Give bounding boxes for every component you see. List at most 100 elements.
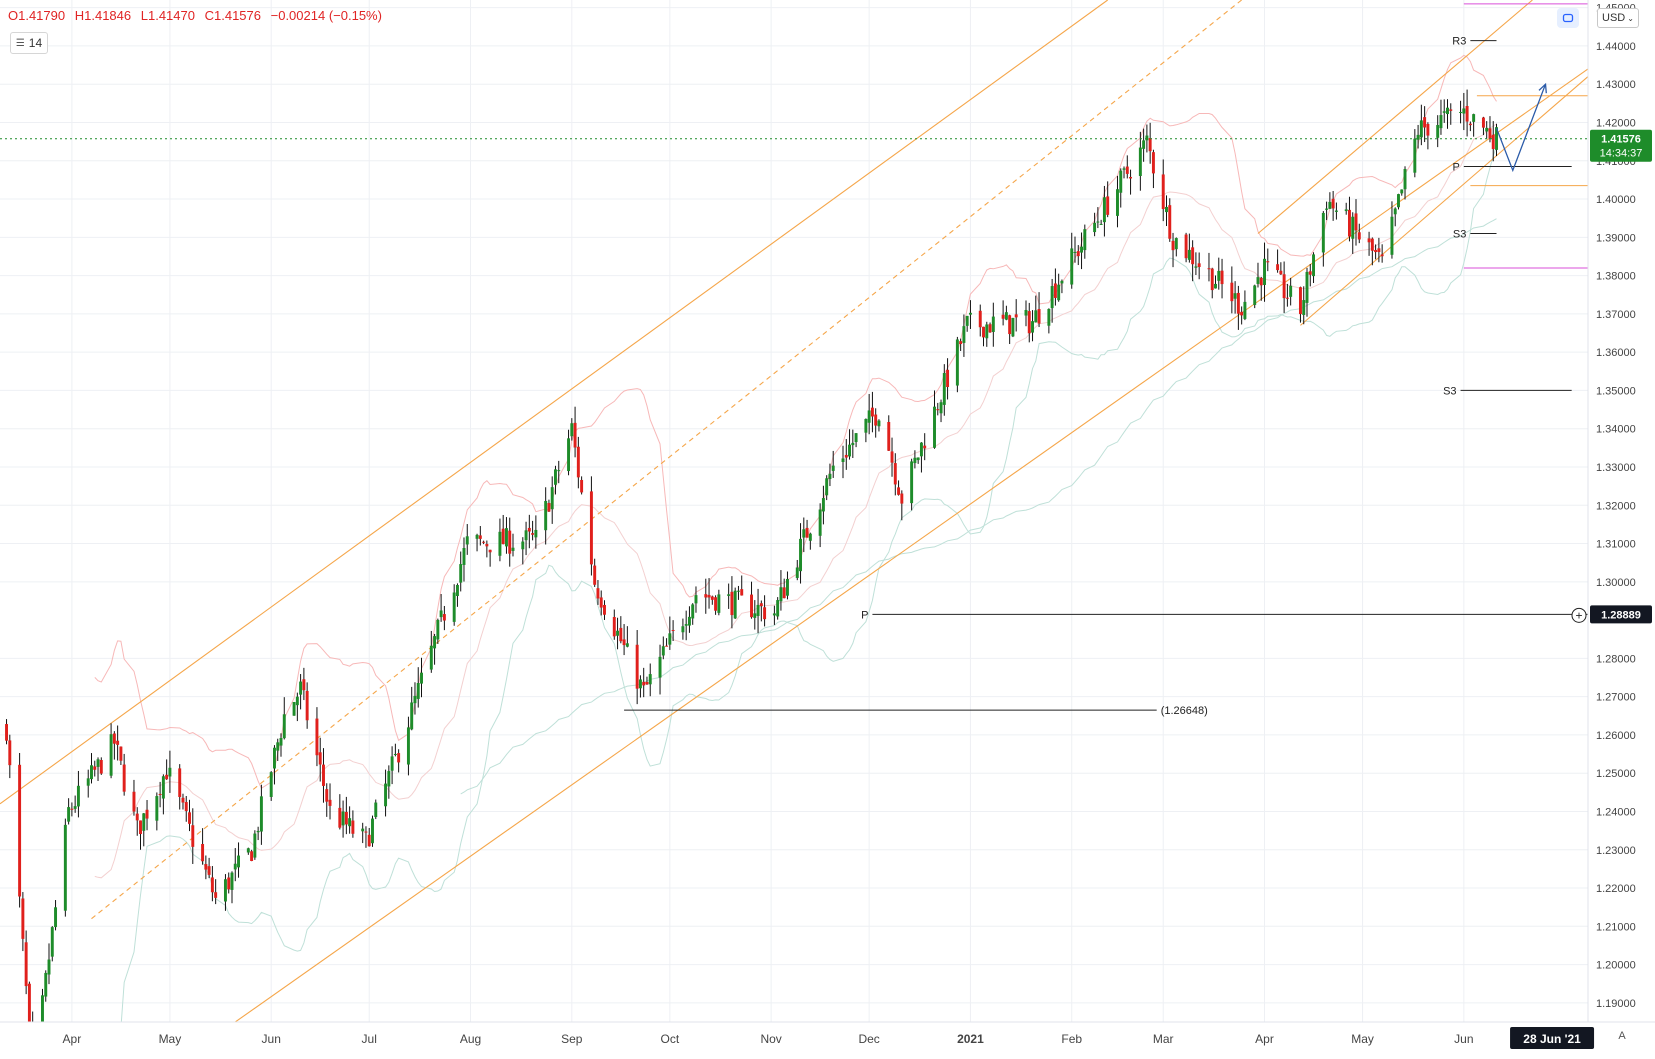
candle-down [1220, 258, 1224, 299]
candle-up [1116, 175, 1119, 228]
candle-up [668, 616, 672, 650]
candle-down [1151, 149, 1155, 189]
candle-body [1008, 315, 1012, 335]
candle-down [116, 725, 120, 761]
candle-body [1214, 283, 1217, 289]
candle-up [717, 589, 721, 616]
candle-down [1348, 196, 1351, 242]
projection-arrow[interactable] [1495, 82, 1547, 173]
candle-body [269, 772, 273, 797]
candle-body [756, 604, 760, 616]
candle-body [1148, 138, 1152, 152]
candle-body [1328, 201, 1332, 209]
candle-body [1031, 321, 1034, 333]
candle-up [694, 586, 698, 613]
candle-body [161, 776, 165, 799]
monthly-s3-label: S3 [1443, 385, 1456, 397]
candle-body [714, 597, 718, 611]
candle-body [1344, 209, 1348, 212]
axes: 1.19000 1.20000 1.21000 1.22000 1.23000 1.240… [0, 0, 1655, 1054]
candle-down [844, 439, 848, 470]
indicator-bands [94, 54, 1497, 1059]
candle-up [86, 769, 90, 798]
candle-down [1259, 276, 1263, 301]
candle-up [384, 769, 388, 817]
candle-body [890, 451, 894, 463]
candle-body [488, 549, 492, 553]
candle-body [1348, 209, 1351, 237]
candle-body [73, 806, 77, 809]
candle-up [47, 943, 51, 985]
candle-up [785, 571, 789, 600]
candle-up [63, 818, 67, 917]
candle-body [70, 808, 74, 810]
candle-body [531, 533, 535, 535]
trend-channels[interactable] [0, 0, 1589, 1034]
candle-body [122, 764, 126, 792]
candle-body [1285, 297, 1289, 299]
candle-body [1138, 147, 1142, 177]
candle-body [351, 820, 355, 834]
horizontal-levels[interactable]: P (1.26648) R3 P S3 S3 + [0, 3, 1588, 717]
candle-body [668, 633, 672, 645]
candle-up [433, 633, 437, 665]
candle-up [965, 315, 969, 332]
candle-up [76, 770, 80, 818]
candle-down [305, 682, 309, 729]
candle-body [913, 457, 917, 464]
candle-down [145, 800, 149, 831]
candle-body [1465, 105, 1469, 122]
candle-up [410, 686, 414, 731]
candle-body [645, 681, 649, 685]
sync-button[interactable] [1557, 8, 1579, 28]
candle-body [1321, 212, 1325, 253]
candle-body [344, 811, 348, 825]
candle-body [279, 738, 283, 746]
chart-stage[interactable]: P (1.26648) R3 P S3 S3 + 1.19000 1.20000 1.21000… [0, 0, 1655, 1059]
candle-body [272, 747, 276, 769]
candle-up [799, 523, 803, 584]
candle-body [256, 830, 260, 833]
candle-body [1014, 314, 1018, 318]
candle-down [184, 796, 188, 822]
weekly-pivot-label: P [1452, 162, 1459, 174]
candle-body [1004, 312, 1008, 320]
candle-down [227, 872, 231, 894]
candle-body [1491, 134, 1495, 150]
candle-up [684, 610, 688, 641]
candle-up [253, 830, 257, 860]
price-chart[interactable]: P (1.26648) R3 P S3 S3 + 1.19000 1.20000 1.21000… [0, 0, 1655, 1059]
candle-up [1302, 286, 1306, 325]
candle-up [691, 603, 695, 625]
candle-up [292, 701, 296, 716]
candle-body [965, 315, 969, 326]
candle-body [47, 959, 51, 975]
outer-channel-mid [91, 0, 1242, 920]
candle-up [851, 429, 855, 458]
candle-body [1187, 249, 1191, 260]
candle-up [1142, 128, 1146, 162]
candle-up [269, 771, 273, 801]
legend-close: C1.41576 [204, 8, 261, 23]
candle-body [897, 487, 901, 495]
candle-up [54, 900, 58, 931]
candle-down [936, 402, 940, 416]
candle-body [165, 774, 169, 780]
x-tick-label: Apr [1255, 1032, 1274, 1046]
candle-up [168, 750, 172, 793]
currency-dropdown[interactable]: USD ⌄ [1597, 8, 1639, 28]
candle-up [1096, 207, 1100, 229]
candle-up [877, 419, 881, 432]
auto-scale-button[interactable]: A [1612, 1026, 1632, 1046]
indicator-period-button[interactable]: ☰ 14 [10, 32, 48, 54]
candle-body [831, 465, 835, 471]
candle-down [112, 731, 116, 760]
candle-body [1142, 140, 1146, 149]
candle-up [90, 753, 93, 784]
candle-body [1024, 309, 1028, 316]
y-tick-label: 1.42000 [1596, 117, 1636, 129]
candle-body [1037, 309, 1041, 324]
candle-body [282, 714, 286, 739]
candle-up [1119, 168, 1123, 208]
candle-body [1298, 287, 1302, 315]
